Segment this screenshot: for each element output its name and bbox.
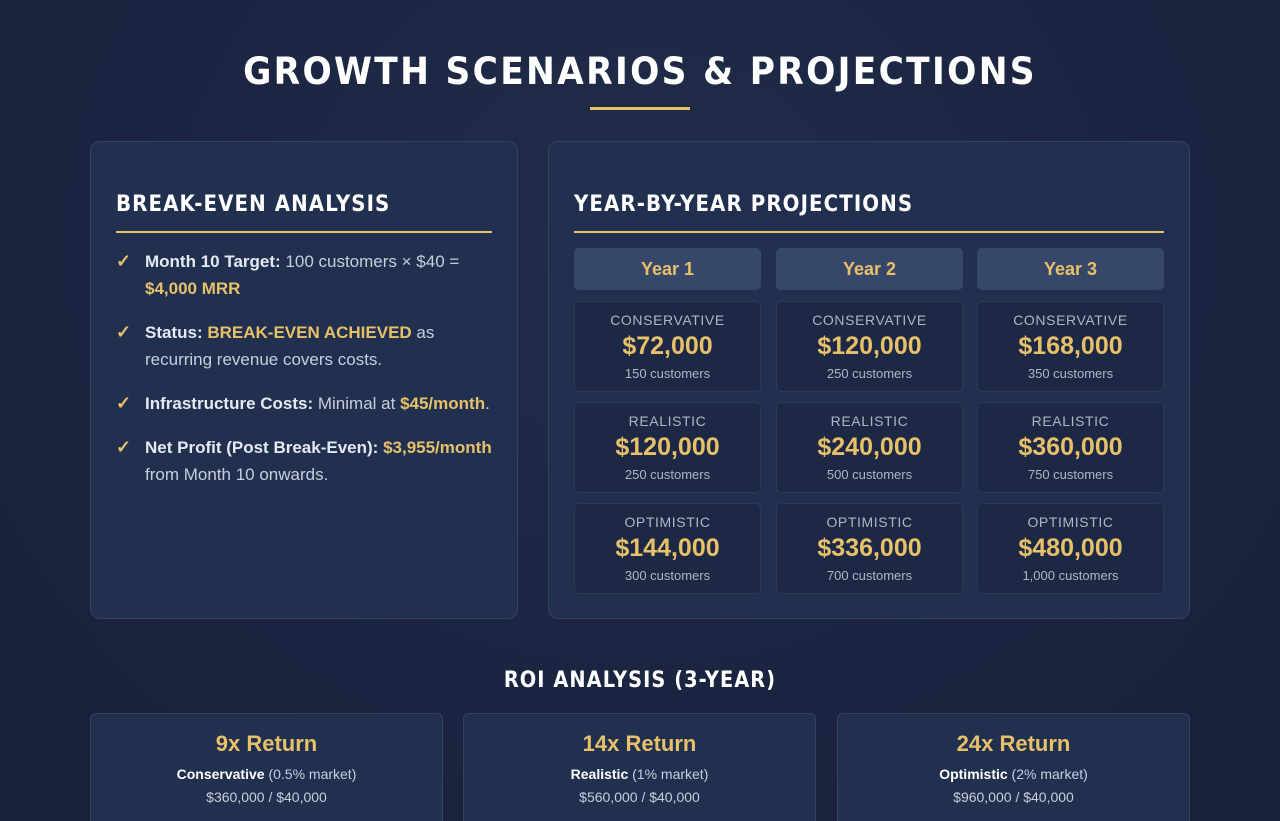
scenario-label: OPTIMISTIC	[1027, 514, 1114, 530]
item-suffix: from Month 10 onwards.	[145, 465, 329, 484]
roi-market: (2% market)	[1007, 766, 1088, 782]
item-text: 100 customers × $40 =	[280, 252, 460, 271]
projections-card: YEAR-BY-YEAR PROJECTIONS Year 1 Year 2 Y…	[548, 141, 1190, 619]
scenario-value: $168,000	[1018, 332, 1123, 360]
scenario-label: OPTIMISTIC	[826, 514, 913, 530]
scenario-value: $120,000	[817, 332, 922, 360]
scenario-value: $360,000	[1018, 433, 1123, 461]
scenario-value: $336,000	[817, 534, 922, 562]
scenario-cell: OPTIMISTIC $480,000 1,000 customers	[977, 503, 1164, 594]
breakeven-list: ✓ Month 10 Target: 100 customers × $40 = …	[116, 248, 496, 505]
breakeven-heading: BREAK-EVEN ANALYSIS	[116, 192, 391, 217]
roi-description: Realistic (1% market)	[464, 766, 815, 782]
breakeven-item: ✓ Net Profit (Post Break-Even): $3,955/mo…	[116, 434, 496, 488]
scenario-value: $480,000	[1018, 534, 1123, 562]
check-icon: ✓	[116, 251, 132, 271]
title-underline	[590, 107, 690, 110]
item-highlight: BREAK-EVEN ACHIEVED	[207, 323, 412, 342]
scenario-customers: 250 customers	[624, 467, 711, 482]
breakeven-item: ✓ Month 10 Target: 100 customers × $40 = …	[116, 248, 496, 302]
scenario-cell: OPTIMISTIC $144,000 300 customers	[574, 503, 761, 594]
scenario-customers: 150 customers	[624, 366, 711, 381]
roi-title: ROI ANALYSIS (3-YEAR)	[503, 668, 777, 693]
scenario-label: CONSERVATIVE	[1013, 312, 1128, 328]
roi-calculation: $960,000 / $40,000	[953, 789, 1074, 805]
scenario-label: OPTIMISTIC	[624, 514, 711, 530]
scenario-value: $144,000	[615, 534, 720, 562]
item-highlight: $3,955/month	[383, 438, 492, 457]
scenario-customers: 500 customers	[826, 467, 913, 482]
roi-scenario: Realistic	[570, 766, 629, 782]
item-label: Month 10 Target:	[145, 252, 281, 271]
roi-return: 14x Return	[582, 731, 697, 756]
breakeven-item: ✓ Status: BREAK-EVEN ACHIEVED as recurrin…	[116, 319, 496, 373]
page: GROWTH SCENARIOS & PROJECTIONS BREAK-EVE…	[0, 0, 1280, 821]
roi-market: (1% market)	[628, 766, 709, 782]
breakeven-card: BREAK-EVEN ANALYSIS ✓ Month 10 Target: 10…	[90, 141, 518, 619]
item-highlight: $4,000 MRR	[145, 279, 241, 298]
roi-return: 9x Return	[215, 731, 318, 756]
year-header-2: Year 2	[776, 248, 963, 290]
scenario-customers: 350 customers	[1027, 366, 1114, 381]
check-icon: ✓	[116, 322, 132, 342]
breakeven-heading-rule	[116, 231, 492, 233]
check-icon: ✓	[116, 393, 132, 413]
scenario-cell: CONSERVATIVE $120,000 250 customers	[776, 301, 963, 392]
scenario-label: CONSERVATIVE	[812, 312, 927, 328]
scenario-label: REALISTIC	[1031, 413, 1110, 429]
scenario-customers: 1,000 customers	[1022, 568, 1119, 583]
projections-heading-rule	[574, 231, 1164, 233]
roi-description: Optimistic (2% market)	[838, 766, 1189, 782]
roi-card-realistic: 14x Return Realistic (1% market) $560,00…	[463, 713, 816, 821]
scenario-value: $120,000	[615, 433, 720, 461]
projections-heading: YEAR-BY-YEAR PROJECTIONS	[574, 192, 914, 217]
item-label: Infrastructure Costs:	[145, 394, 314, 413]
roi-calculation: $560,000 / $40,000	[579, 789, 700, 805]
scenario-customers: 250 customers	[826, 366, 913, 381]
scenario-customers: 750 customers	[1027, 467, 1114, 482]
scenario-cell: OPTIMISTIC $336,000 700 customers	[776, 503, 963, 594]
scenario-value: $240,000	[817, 433, 922, 461]
scenario-cell: REALISTIC $360,000 750 customers	[977, 402, 1164, 493]
roi-description: Conservative (0.5% market)	[91, 766, 442, 782]
roi-calculation: $360,000 / $40,000	[206, 789, 327, 805]
roi-card-optimistic: 24x Return Optimistic (2% market) $960,0…	[837, 713, 1190, 821]
roi-scenario: Conservative	[176, 766, 265, 782]
roi-return: 24x Return	[956, 731, 1071, 756]
page-title: GROWTH SCENARIOS & PROJECTIONS	[243, 50, 1037, 93]
item-highlight: $45/month	[400, 394, 486, 413]
roi-market: (0.5% market)	[264, 766, 357, 782]
item-label: Net Profit (Post Break-Even):	[145, 438, 379, 457]
roi-card-conservative: 9x Return Conservative (0.5% market) $36…	[90, 713, 443, 821]
item-suffix: .	[485, 394, 490, 413]
year-header-3: Year 3	[977, 248, 1164, 290]
breakeven-item: ✓ Infrastructure Costs: Minimal at $45/mo…	[116, 390, 496, 417]
scenario-cell: CONSERVATIVE $168,000 350 customers	[977, 301, 1164, 392]
item-text: Minimal at	[313, 394, 401, 413]
roi-scenario: Optimistic	[939, 766, 1008, 782]
check-icon: ✓	[116, 437, 132, 457]
item-label: Status:	[145, 323, 203, 342]
scenario-cell: CONSERVATIVE $72,000 150 customers	[574, 301, 761, 392]
scenario-label: REALISTIC	[830, 413, 909, 429]
scenario-value: $72,000	[622, 332, 713, 360]
scenario-customers: 300 customers	[624, 568, 711, 583]
year-header-1: Year 1	[574, 248, 761, 290]
scenario-cell: REALISTIC $240,000 500 customers	[776, 402, 963, 493]
scenario-cell: REALISTIC $120,000 250 customers	[574, 402, 761, 493]
scenario-label: REALISTIC	[628, 413, 707, 429]
scenario-label: CONSERVATIVE	[610, 312, 725, 328]
scenario-customers: 700 customers	[826, 568, 913, 583]
